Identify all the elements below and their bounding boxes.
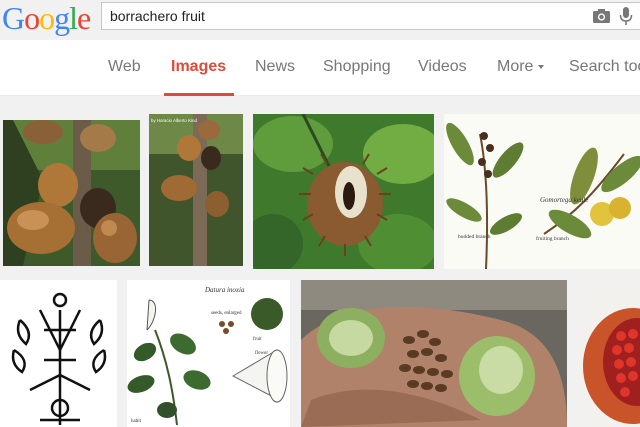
symbol-drawing <box>0 280 117 427</box>
botanical-illustration: Gomortega keule budded branch fruiting b… <box>444 114 640 269</box>
image-result[interactable] <box>577 280 640 427</box>
camera-icon[interactable] <box>593 9 610 23</box>
tab-news[interactable]: News <box>255 58 295 76</box>
tab-more-label: More <box>497 58 534 75</box>
search-nav: Web Images News Shopping Videos More Sea… <box>0 40 640 96</box>
datura-flower-label: flower <box>255 351 268 356</box>
image-result[interactable] <box>301 280 567 427</box>
image-result[interactable] <box>3 120 140 266</box>
datura-fruit-label: fruit <box>253 337 262 342</box>
datura-habit-label: habit <box>131 419 142 424</box>
tab-web[interactable]: Web <box>108 58 141 76</box>
image-result[interactable] <box>0 280 117 427</box>
budded-branch-label: budded branch <box>458 234 491 240</box>
image-result[interactable]: Datura inoxia seeds, enlarged fruit flow… <box>127 280 290 427</box>
image-result[interactable]: Gomortega keule budded branch fruiting b… <box>444 114 640 269</box>
datura-seeds-label: seeds, enlarged <box>211 311 242 316</box>
spiky-pod-photo <box>253 114 434 269</box>
image-result[interactable]: by Horacio Alberto Kind <box>149 114 243 266</box>
image-result[interactable] <box>253 114 434 269</box>
tab-shopping[interactable]: Shopping <box>323 58 391 76</box>
species-label: Gomortega keule <box>540 196 588 204</box>
tab-search-tools[interactable]: Search tools <box>569 58 640 76</box>
red-fruit-photo <box>577 280 640 427</box>
image-results-grid: by Horacio Alberto Kind Gomortega keule … <box>0 96 640 427</box>
google-logo[interactable]: Google <box>2 0 91 36</box>
photo-credit: by Horacio Alberto Kind <box>151 118 197 123</box>
tab-videos[interactable]: Videos <box>418 58 467 76</box>
tab-more[interactable]: More <box>497 58 545 76</box>
fruit-photo: by Horacio Alberto Kind <box>149 114 243 266</box>
fruiting-branch-label: fruiting branch <box>536 235 569 242</box>
top-bar: Google <box>0 0 640 40</box>
datura-title: Datura inoxia <box>204 286 245 294</box>
datura-illustration: Datura inoxia seeds, enlarged fruit flow… <box>127 280 290 427</box>
tab-images[interactable]: Images <box>171 58 226 76</box>
fruit-photo <box>3 120 140 266</box>
search-box[interactable] <box>101 2 640 30</box>
search-input[interactable] <box>102 3 580 29</box>
microphone-icon[interactable] <box>619 7 633 25</box>
chevron-down-icon <box>538 64 545 69</box>
hand-seeds-photo <box>301 280 567 427</box>
